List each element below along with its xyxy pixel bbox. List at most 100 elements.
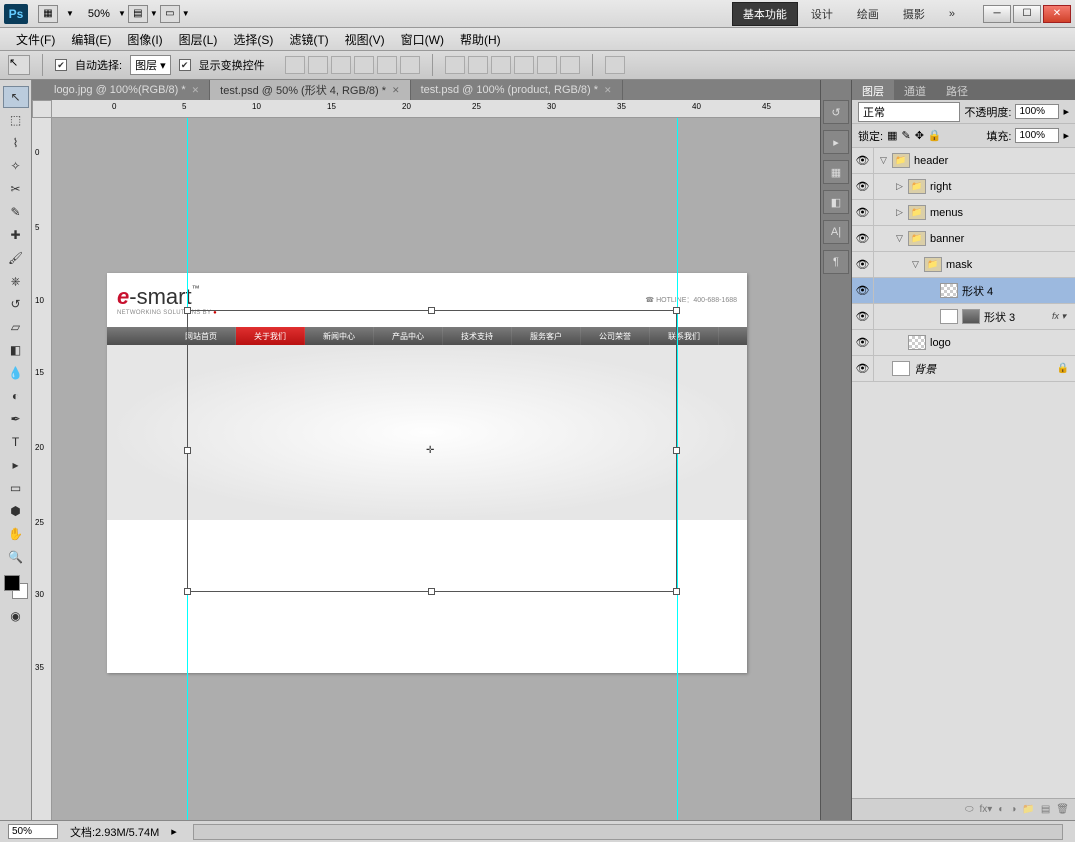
3d-tool[interactable]: ⬢: [3, 500, 29, 522]
menu-edit[interactable]: 编辑(E): [63, 31, 119, 48]
screen-mode-icon[interactable]: ▭: [160, 5, 180, 23]
lock-position-icon[interactable]: ✥: [915, 129, 924, 142]
opacity-input[interactable]: 100%: [1015, 104, 1059, 119]
history-brush-tool[interactable]: ↺: [3, 293, 29, 315]
distribute-btn[interactable]: [560, 56, 580, 74]
transform-handle[interactable]: [428, 307, 435, 314]
layer-row[interactable]: 👁▷📁right: [852, 174, 1075, 200]
layer-row[interactable]: 👁▽📁header: [852, 148, 1075, 174]
vertical-ruler[interactable]: 05101520253035: [32, 118, 52, 820]
layer-name[interactable]: right: [930, 181, 951, 193]
bridge-icon[interactable]: ▦: [38, 5, 58, 23]
transform-handle[interactable]: [184, 588, 191, 595]
layer-row[interactable]: 👁▷📁menus: [852, 200, 1075, 226]
expand-arrow-icon[interactable]: ▽: [896, 233, 908, 244]
blend-mode-select[interactable]: 正常: [858, 102, 960, 122]
new-group-icon[interactable]: 📁: [1022, 804, 1034, 815]
brush-tool[interactable]: 🖌: [3, 247, 29, 269]
transform-center-icon[interactable]: ✛: [426, 445, 434, 456]
type-tool[interactable]: T: [3, 431, 29, 453]
layer-name[interactable]: logo: [930, 337, 951, 349]
workspace-essentials[interactable]: 基本功能: [732, 2, 798, 26]
layer-thumbnail[interactable]: [908, 335, 926, 350]
link-layers-icon[interactable]: ⬭: [965, 804, 974, 815]
minimize-button[interactable]: ─: [983, 5, 1011, 23]
layer-thumbnail[interactable]: [892, 361, 910, 376]
expand-arrow-icon[interactable]: ▽: [880, 155, 892, 166]
pen-tool[interactable]: ✒: [3, 408, 29, 430]
layer-row[interactable]: 👁▽📁banner: [852, 226, 1075, 252]
layer-thumbnail[interactable]: [940, 283, 958, 298]
transform-bounding-box[interactable]: ✛: [187, 310, 677, 592]
visibility-icon[interactable]: 👁: [852, 200, 874, 225]
auto-align-btn[interactable]: [605, 56, 625, 74]
align-btn[interactable]: [331, 56, 351, 74]
zoom-display[interactable]: 50%: [88, 8, 110, 20]
menu-select[interactable]: 选择(S): [225, 31, 281, 48]
visibility-icon[interactable]: 👁: [852, 304, 874, 329]
styles-panel-icon[interactable]: ◧: [823, 190, 849, 214]
path-select-tool[interactable]: ▸: [3, 454, 29, 476]
lock-all-icon[interactable]: 🔒: [928, 129, 942, 142]
layer-name[interactable]: 形状 3: [984, 309, 1015, 325]
eraser-tool[interactable]: ▱: [3, 316, 29, 338]
transform-handle[interactable]: [184, 447, 191, 454]
transform-handle[interactable]: [184, 307, 191, 314]
history-panel-icon[interactable]: ↺: [823, 100, 849, 124]
close-button[interactable]: ✕: [1043, 5, 1071, 23]
foreground-color[interactable]: [4, 575, 20, 591]
expand-arrow-icon[interactable]: ▷: [896, 181, 908, 192]
canvas-area[interactable]: 051015202530354045 05101520253035 e-smar…: [32, 100, 820, 820]
marquee-tool[interactable]: ⬚: [3, 109, 29, 131]
eyedropper-tool[interactable]: ✎: [3, 201, 29, 223]
magic-wand-tool[interactable]: ✧: [3, 155, 29, 177]
mask-thumb[interactable]: [940, 309, 958, 324]
workspace-photo[interactable]: 摄影: [892, 2, 936, 26]
close-icon[interactable]: ✕: [604, 85, 612, 96]
layers-list[interactable]: 👁▽📁header👁▷📁right👁▷📁menus👁▽📁banner👁▽📁mas…: [852, 148, 1075, 798]
workspace-paint[interactable]: 绘画: [846, 2, 890, 26]
dropdown-icon[interactable]: ▼: [66, 9, 74, 18]
healing-tool[interactable]: ✚: [3, 224, 29, 246]
distribute-btn[interactable]: [468, 56, 488, 74]
doc-tab[interactable]: logo.jpg @ 100%(RGB/8) *✕: [44, 80, 210, 100]
menu-layer[interactable]: 图层(L): [171, 31, 226, 48]
layer-name[interactable]: 背景: [914, 361, 936, 377]
lasso-tool[interactable]: ⌇: [3, 132, 29, 154]
folder-icon[interactable]: 📁: [924, 257, 942, 272]
expand-arrow-icon[interactable]: ▽: [912, 259, 924, 270]
dropdown-icon[interactable]: ▸: [1063, 105, 1069, 118]
visibility-icon[interactable]: 👁: [852, 278, 874, 303]
visibility-icon[interactable]: 👁: [852, 174, 874, 199]
adjustment-layer-icon[interactable]: ◑: [1010, 804, 1016, 815]
layer-fx-icon[interactable]: fx▾: [979, 804, 992, 815]
align-btn[interactable]: [400, 56, 420, 74]
character-panel-icon[interactable]: A|: [823, 220, 849, 244]
zoom-input[interactable]: 50%: [8, 824, 58, 839]
paths-tab[interactable]: 路径: [936, 80, 978, 100]
layer-row[interactable]: 👁▽📁mask: [852, 252, 1075, 278]
paragraph-panel-icon[interactable]: ¶: [823, 250, 849, 274]
transform-handle[interactable]: [673, 588, 680, 595]
dropdown-icon[interactable]: ▼: [150, 9, 158, 18]
layer-thumbnail[interactable]: [962, 309, 980, 324]
move-tool[interactable]: ↖: [3, 86, 29, 108]
doc-tab[interactable]: test.psd @ 50% (形状 4, RGB/8) *✕: [210, 80, 410, 100]
layers-tab[interactable]: 图层: [852, 80, 894, 100]
doc-tab[interactable]: test.psd @ 100% (product, RGB/8) *✕: [411, 80, 623, 100]
layer-row[interactable]: 👁背景🔒: [852, 356, 1075, 382]
menu-view[interactable]: 视图(V): [337, 31, 393, 48]
stamp-tool[interactable]: ⎈: [3, 270, 29, 292]
workspace-design[interactable]: 设计: [800, 2, 844, 26]
transform-handle[interactable]: [428, 588, 435, 595]
actions-panel-icon[interactable]: ▸: [823, 130, 849, 154]
hand-tool[interactable]: ✋: [3, 523, 29, 545]
folder-icon[interactable]: 📁: [908, 231, 926, 246]
menu-file[interactable]: 文件(F): [8, 31, 63, 48]
zoom-tool[interactable]: 🔍: [3, 546, 29, 568]
fx-badge[interactable]: fx ▾: [1049, 311, 1069, 322]
layer-name[interactable]: banner: [930, 233, 964, 245]
horizontal-ruler[interactable]: 051015202530354045: [52, 100, 820, 118]
dropdown-icon[interactable]: ▼: [118, 9, 126, 18]
align-btn[interactable]: [377, 56, 397, 74]
